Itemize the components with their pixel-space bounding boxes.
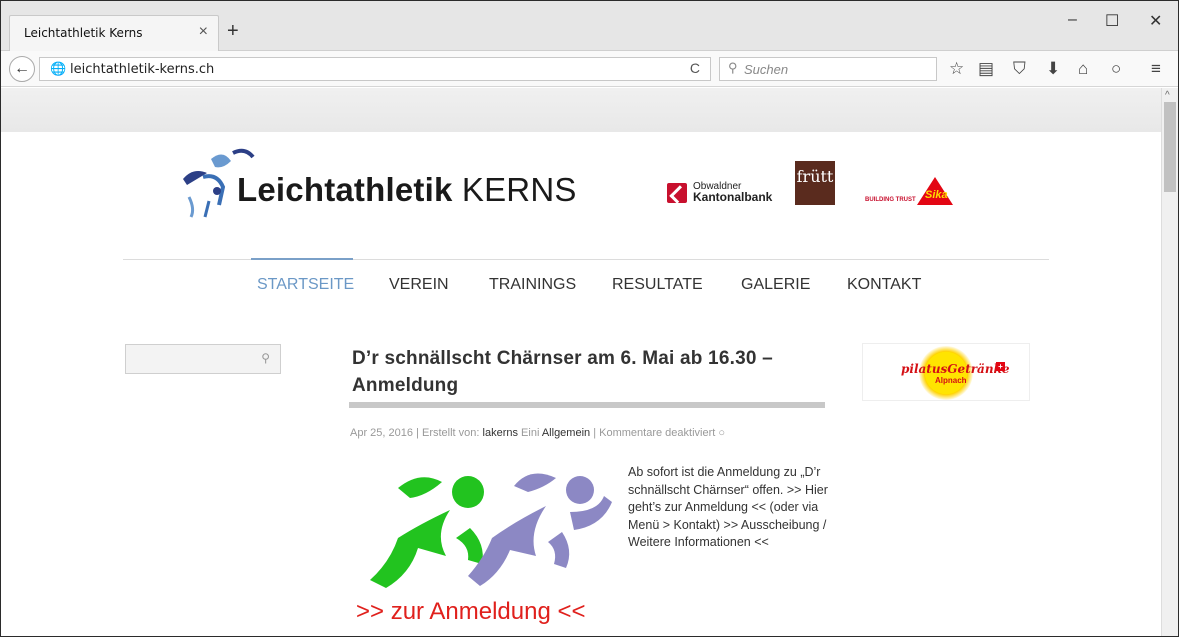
web-page: Leichtathletik KERNS Obwaldner Kantonalb… xyxy=(1,88,1163,636)
nav-item-galerie[interactable]: GALERIE xyxy=(741,276,810,294)
post-category-link[interactable]: Allgemein xyxy=(542,427,590,439)
back-button[interactable]: ← xyxy=(9,56,35,82)
url-text: leichtathletik-kerns.ch xyxy=(70,62,215,77)
nav-item-trainings[interactable]: TRAININGS xyxy=(489,276,576,294)
ad-town: Alpnach xyxy=(935,376,967,385)
new-tab-button[interactable]: + xyxy=(227,21,239,41)
nav-item-verein[interactable]: VEREIN xyxy=(389,276,449,294)
sponsor-frutt-logo[interactable]: frütt xyxy=(795,161,835,205)
site-header-banner: Leichtathletik KERNS Obwaldner Kantonalb… xyxy=(165,133,1007,223)
sidebar-search-input[interactable]: ⚲ xyxy=(125,344,281,374)
ad-brand-name: pilatusGetränke xyxy=(901,362,1010,376)
bookmark-star-icon[interactable]: ☆ xyxy=(949,59,964,79)
scroll-up-icon[interactable]: ^ xyxy=(1165,90,1170,101)
sponsor-sika-logo[interactable]: BUILDING TRUST Sika xyxy=(865,177,965,207)
post-featured-image[interactable]: >> zur Anmeldung << xyxy=(350,452,620,636)
sika-tagline: BUILDING TRUST xyxy=(865,197,916,203)
minimize-button[interactable]: – xyxy=(1068,11,1077,29)
sika-wordmark: Sika xyxy=(925,189,948,201)
comment-bubble-icon: ○ xyxy=(718,427,726,439)
okb-line2: Kantonalbank xyxy=(693,190,773,204)
search-icon[interactable]: ⚲ xyxy=(261,351,270,365)
tab-close-icon[interactable]: × xyxy=(199,23,208,41)
maximize-button[interactable]: ☐ xyxy=(1105,11,1119,31)
swiss-cross-icon: + xyxy=(996,362,1005,371)
search-icon: ⚲ xyxy=(728,60,738,75)
sponsor-pilatus-ad[interactable]: pilatusGetränke Alpnach + xyxy=(862,343,1030,401)
post-comments-text: | Kommentare deaktiviert xyxy=(593,427,716,439)
home-icon[interactable]: ⌂ xyxy=(1078,59,1088,79)
address-bar[interactable]: 🌐 leichtathletik-kerns.ch C xyxy=(39,57,711,81)
page-top-strip xyxy=(1,88,1163,132)
search-placeholder: Suchen xyxy=(744,62,789,77)
search-input[interactable]: ⚲ Suchen xyxy=(719,57,937,81)
tab-title: Leichtathletik Kerns xyxy=(24,26,143,40)
site-logo-text[interactable]: Leichtathletik KERNS xyxy=(237,171,577,209)
post-body-text: Ab sofort ist die Anmeldung zu „D’r schn… xyxy=(628,465,828,549)
navigation-toolbar: ← 🌐 leichtathletik-kerns.ch C ⚲ Suchen ☆… xyxy=(1,51,1178,87)
frutt-text: frütt xyxy=(796,167,834,186)
okb-mark-icon xyxy=(667,183,687,203)
nav-item-startseite[interactable]: STARTSEITE xyxy=(257,276,354,294)
post-title-divider xyxy=(349,402,825,408)
vertical-scrollbar[interactable]: ^ xyxy=(1161,88,1178,636)
menu-active-indicator xyxy=(251,258,353,260)
nav-item-resultate[interactable]: RESULTATE xyxy=(612,276,703,294)
reload-icon[interactable]: C xyxy=(690,60,700,76)
post-author-prefix: | Erstellt von: xyxy=(416,427,480,439)
post-date: Apr 25, 2016 xyxy=(350,427,413,439)
pocket-icon[interactable]: ⛉ xyxy=(1013,59,1026,79)
post-ein-text: Eini xyxy=(521,427,540,439)
post-meta: Apr 25, 2016 | Erstellt von: lakerns Ein… xyxy=(350,427,725,439)
runners-illustration-icon xyxy=(370,473,612,588)
download-icon[interactable]: ⬇ xyxy=(1046,59,1060,79)
scrollbar-thumb[interactable] xyxy=(1164,102,1176,192)
nav-item-kontakt[interactable]: KONTAKT xyxy=(847,276,921,294)
tab-bar: Leichtathletik Kerns × + – ☐ ✕ xyxy=(1,1,1178,51)
post-title[interactable]: D’r schnällscht Chärnser am 6. Mai ab 16… xyxy=(352,345,822,399)
chat-icon[interactable]: ○ xyxy=(1111,59,1121,79)
logo-bold-text: Leichtathletik xyxy=(237,171,453,208)
globe-icon: 🌐 xyxy=(50,61,67,76)
post-author-link[interactable]: lakerns xyxy=(483,427,518,439)
browser-window: Leichtathletik Kerns × + – ☐ ✕ ← 🌐 leich… xyxy=(0,0,1179,637)
browser-tab[interactable]: Leichtathletik Kerns × xyxy=(9,15,219,51)
anmeldung-link[interactable]: >> zur Anmeldung << xyxy=(356,598,586,626)
menu-icon[interactable]: ≡ xyxy=(1151,59,1161,79)
close-window-button[interactable]: ✕ xyxy=(1149,11,1162,31)
logo-light-text: KERNS xyxy=(461,171,577,208)
reading-list-icon[interactable]: ▤ xyxy=(978,59,994,79)
